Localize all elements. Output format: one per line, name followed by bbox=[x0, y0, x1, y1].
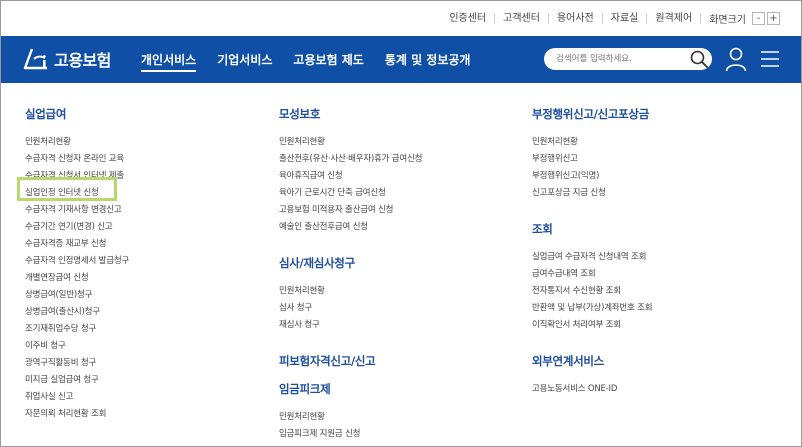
section-title-external-services[interactable]: 외부연계서비스 bbox=[532, 353, 652, 369]
menu-item[interactable]: 수급자격 기재사항 변경신고 bbox=[25, 202, 129, 219]
zoom-in-button[interactable]: + bbox=[767, 12, 780, 25]
menu-item[interactable]: 조기재취업수당 청구 bbox=[25, 321, 129, 338]
search-box bbox=[544, 48, 712, 70]
menu-item[interactable]: 고용보험 미적용자 출산급여 신청 bbox=[279, 202, 422, 219]
section-items-unemployment: 민원처리현황 수급자격 신청자 온라인 교육 수급자격 신청서 인터넷 제출 실… bbox=[25, 134, 129, 423]
global-nav: 개인서비스 기업서비스 고용보험 제도 통계 및 정보공개 bbox=[141, 51, 491, 72]
menu-item[interactable]: 수급기간 연기(변경) 신고 bbox=[25, 219, 129, 236]
site-logo[interactable]: 고용보험 bbox=[23, 47, 111, 71]
section-title-wage-peak[interactable]: 임금피크제 bbox=[279, 381, 422, 397]
menu-item[interactable]: 이직확인서 처리여부 조회 bbox=[532, 317, 652, 334]
util-link-resources[interactable]: 자료실 bbox=[603, 13, 648, 24]
search-icon[interactable] bbox=[689, 49, 709, 69]
menu-item[interactable]: 민원처리현황 bbox=[279, 283, 422, 300]
section-items-wage-peak: 민원처리현황 임금피크제 지원금 신청 bbox=[279, 409, 422, 443]
menu-item[interactable]: 상병급여(일반)청구 bbox=[25, 287, 129, 304]
menu-item[interactable]: 출산전후(유산·사산·배우자)휴가 급여신청 bbox=[279, 151, 422, 168]
menu-item[interactable]: 임금피크제 지원금 신청 bbox=[279, 426, 422, 443]
menu-item[interactable]: 신고포상금 지급 신청 bbox=[532, 185, 652, 202]
menu-item-unemployment-recognition[interactable]: 실업인정 인터넷 신청 bbox=[25, 185, 129, 202]
menu-item[interactable]: 광역구직활동비 청구 bbox=[25, 355, 129, 372]
menu-item[interactable]: 예술인 출산전후급여 신청 bbox=[279, 219, 422, 236]
menu-column-2: 모성보호 민원처리현황 출산전후(유산·사산·배우자)휴가 급여신청 육아휴직급… bbox=[279, 106, 422, 443]
section-title-maternity[interactable]: 모성보호 bbox=[279, 106, 422, 122]
menu-item[interactable]: 미지급 실업급여 청구 bbox=[25, 372, 129, 389]
menu-item[interactable]: 수급자격 인정명세서 발급청구 bbox=[25, 253, 129, 270]
section-title-unemployment[interactable]: 실업급여 bbox=[25, 106, 129, 122]
nav-personal-services[interactable]: 개인서비스 bbox=[141, 51, 197, 72]
main-header: 고용보험 개인서비스 기업서비스 고용보험 제도 통계 및 정보공개 bbox=[1, 36, 801, 83]
menu-item[interactable]: 자문의뢰 처리현황 조회 bbox=[25, 406, 129, 423]
utility-bar: 인증센터 고객센터 용어사전 자료실 원격제어 화면크기 - + bbox=[0, 0, 802, 36]
menu-item[interactable]: 육아기 근로시간 단축 급여신청 bbox=[279, 185, 422, 202]
logo-text: 고용보험 bbox=[54, 51, 111, 70]
section-title-inquiry[interactable]: 조회 bbox=[532, 221, 652, 237]
zoom-out-button[interactable]: - bbox=[752, 12, 765, 25]
menu-column-1: 실업급여 민원처리현황 수급자격 신청자 온라인 교육 수급자격 신청서 인터넷… bbox=[25, 106, 129, 423]
utility-links: 인증센터 고객센터 용어사전 자료실 원격제어 화면크기 - + bbox=[441, 11, 780, 26]
menu-item[interactable]: 실업급여 수급자격 신청내역 조회 bbox=[532, 249, 652, 266]
logo-icon bbox=[23, 48, 47, 70]
menu-item[interactable]: 수급자격 신청자 온라인 교육 bbox=[25, 151, 129, 168]
menu-item[interactable]: 부정행위신고(익명) bbox=[532, 168, 652, 185]
menu-item[interactable]: 부정행위신고 bbox=[532, 151, 652, 168]
nav-statistics[interactable]: 통계 및 정보공개 bbox=[385, 51, 471, 72]
section-items-external-services: 고용노동서비스 ONE-ID bbox=[532, 381, 652, 398]
section-items-maternity: 민원처리현황 출산전후(유산·사산·배우자)휴가 급여신청 육아휴직급여 신청 … bbox=[279, 134, 422, 236]
nav-insurance-system[interactable]: 고용보험 제도 bbox=[293, 51, 363, 72]
util-link-customer-center[interactable]: 고객센터 bbox=[495, 13, 549, 24]
section-items-inquiry: 실업급여 수급자격 신청내역 조회 급여수급내역 조회 전자통지서 수신현황 조… bbox=[532, 249, 653, 334]
section-title-appeal[interactable]: 심사/재심사청구 bbox=[279, 255, 422, 271]
search-input[interactable] bbox=[556, 52, 681, 66]
menu-item[interactable]: 급여수급내역 조회 bbox=[532, 266, 652, 283]
menu-item[interactable]: 수급자격 신청서 인터넷 제출 bbox=[25, 168, 129, 185]
menu-item[interactable]: 이주비 청구 bbox=[25, 338, 129, 355]
util-link-remote-control[interactable]: 원격제어 bbox=[647, 13, 702, 24]
section-items-appeal: 민원처리현황 심사 청구 재심사 청구 bbox=[279, 283, 422, 334]
zoom-label: 화면크기 bbox=[709, 15, 746, 26]
menu-item[interactable]: 수급자격증 재교부 신청 bbox=[25, 236, 129, 253]
menu-item[interactable]: 민원처리현황 bbox=[279, 409, 422, 426]
menu-item[interactable]: 전자통지서 수신현황 조회 bbox=[532, 283, 652, 300]
user-icon[interactable] bbox=[725, 46, 747, 72]
section-title-insured-status[interactable]: 피보험자격신고/신고 bbox=[279, 353, 422, 369]
menu-item[interactable]: 취업사실 신고 bbox=[25, 389, 129, 406]
util-link-cert-center[interactable]: 인증센터 bbox=[441, 13, 496, 24]
zoom-control: 화면크기 - + bbox=[701, 11, 780, 26]
menu-item[interactable]: 심사 청구 bbox=[279, 300, 422, 317]
nav-business-services[interactable]: 기업서비스 bbox=[217, 51, 272, 72]
hamburger-menu-icon[interactable] bbox=[761, 49, 779, 69]
menu-column-3: 부정행위신고/신고포상금 민원처리현황 부정행위신고 부정행위신고(익명) 신고… bbox=[532, 106, 653, 398]
menu-item[interactable]: 반환액 및 납부(가상)계좌번호 조회 bbox=[532, 300, 653, 317]
menu-item[interactable]: 재심사 청구 bbox=[279, 317, 422, 334]
menu-item[interactable]: 민원처리현황 bbox=[25, 134, 129, 151]
menu-item[interactable]: 개별연장급여 신청 bbox=[25, 270, 129, 287]
section-title-fraud-report[interactable]: 부정행위신고/신고포상금 bbox=[532, 106, 652, 122]
menu-item[interactable]: 고용노동서비스 ONE-ID bbox=[532, 381, 652, 398]
menu-item[interactable]: 민원처리현황 bbox=[532, 134, 652, 151]
section-items-fraud-report: 민원처리현황 부정행위신고 부정행위신고(익명) 신고포상금 지급 신청 bbox=[532, 134, 652, 202]
menu-item[interactable]: 육아휴직급여 신청 bbox=[279, 168, 422, 185]
menu-item[interactable]: 민원처리현황 bbox=[279, 134, 422, 151]
menu-item[interactable]: 상병급여(출산시)청구 bbox=[25, 304, 129, 321]
util-link-glossary[interactable]: 용어사전 bbox=[549, 13, 603, 24]
